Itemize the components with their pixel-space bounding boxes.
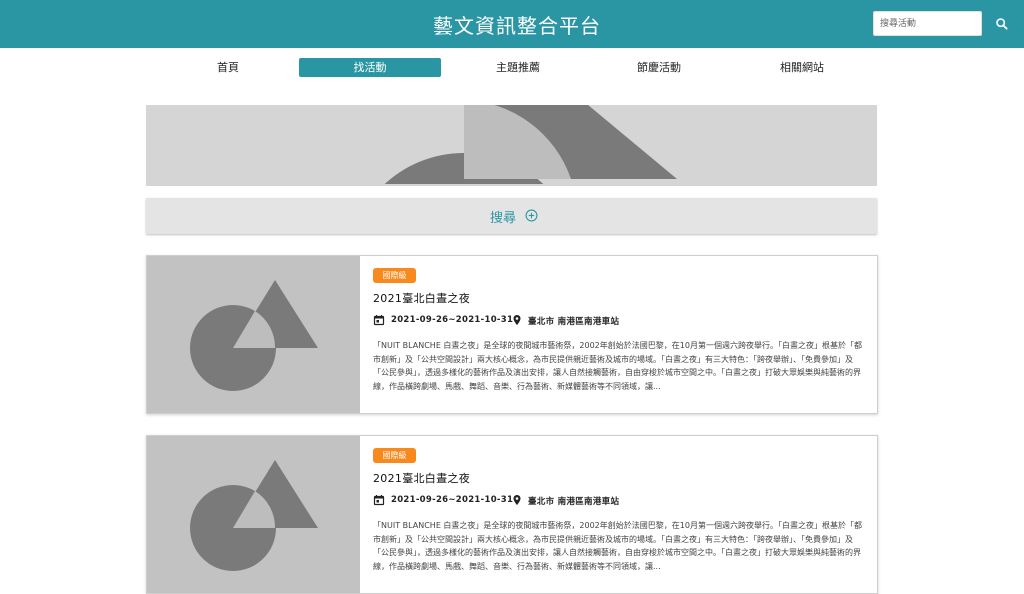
search-icon[interactable] — [994, 16, 1010, 32]
event-card[interactable]: 國際級 2021臺北白晝之夜 2021-09-26~2021-10-31 臺北市… — [146, 435, 878, 594]
event-title: 2021臺北白晝之夜 — [373, 472, 470, 485]
nav-item-related-sites[interactable]: 相關網站 — [731, 58, 873, 77]
event-location: 臺北市 南港區南港車站 — [528, 317, 620, 327]
main-nav: 首頁 找活動 主題推薦 節慶活動 相關網站 — [0, 58, 1024, 78]
event-date: 2021-09-26~2021-10-31 — [391, 495, 514, 505]
site-title: 藝文資訊整合平台 — [433, 14, 601, 38]
search-filter-label: 搜尋 — [490, 211, 517, 226]
event-location: 臺北市 南港區南港車站 — [528, 497, 620, 507]
nav-item-home[interactable]: 首頁 — [157, 58, 299, 77]
event-card[interactable]: 國際級 2021臺北白晝之夜 2021-09-26~2021-10-31 臺北市… — [146, 255, 878, 414]
event-date: 2021-09-26~2021-10-31 — [391, 315, 514, 325]
event-thumbnail — [147, 256, 360, 413]
event-description: 「NUIT BLANCHE 白晝之夜」是全球的夜間城市藝術祭，2002年創始於法… — [373, 521, 862, 571]
banner-image — [146, 105, 877, 186]
event-thumbnail — [147, 436, 360, 593]
location-pin-icon — [513, 495, 521, 505]
thumbnail-placeholder-graphic — [190, 460, 318, 571]
calendar-icon — [373, 495, 385, 506]
nav-item-festivals[interactable]: 節慶活動 — [588, 58, 730, 77]
nav-item-themes[interactable]: 主題推薦 — [447, 58, 589, 77]
location-pin-icon — [513, 315, 521, 325]
calendar-icon — [373, 315, 385, 326]
level-badge: 國際級 — [373, 448, 416, 463]
event-description: 「NUIT BLANCHE 白晝之夜」是全球的夜間城市藝術祭，2002年創始於法… — [373, 341, 862, 391]
plus-circle-icon — [525, 209, 538, 222]
level-badge: 國際級 — [373, 268, 416, 283]
thumbnail-placeholder-graphic — [190, 280, 318, 391]
banner-placeholder-graphic — [146, 105, 877, 186]
event-title: 2021臺北白晝之夜 — [373, 292, 470, 305]
app-header: 藝文資訊整合平台 — [0, 0, 1024, 48]
search-filter-toggle[interactable]: 搜尋 — [146, 198, 877, 234]
search-input[interactable] — [873, 11, 982, 36]
nav-item-find-events[interactable]: 找活動 — [299, 58, 441, 77]
